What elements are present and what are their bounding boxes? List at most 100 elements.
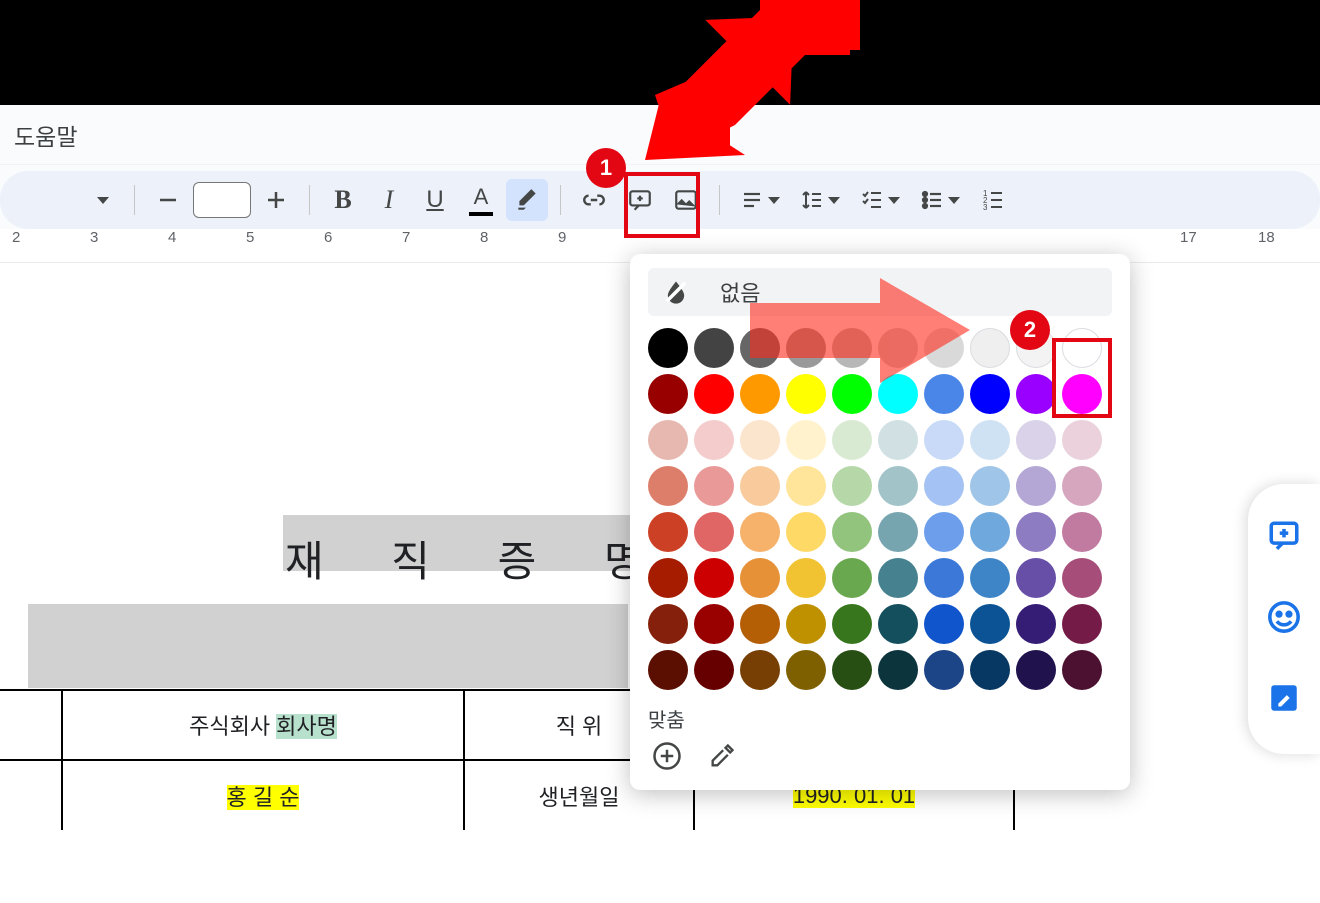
color-swatch[interactable] [786, 420, 826, 460]
color-swatch[interactable] [1062, 558, 1102, 598]
color-swatch[interactable] [832, 328, 872, 368]
color-swatch[interactable] [648, 512, 688, 552]
color-swatch[interactable] [1062, 328, 1102, 368]
color-swatch[interactable] [970, 650, 1010, 690]
color-swatch[interactable] [924, 558, 964, 598]
color-swatch[interactable] [924, 420, 964, 460]
color-swatch[interactable] [1016, 466, 1056, 506]
color-swatch[interactable] [740, 512, 780, 552]
emoji-icon[interactable] [1267, 600, 1301, 639]
color-swatch[interactable] [1062, 604, 1102, 644]
decrease-font-button[interactable] [147, 179, 189, 221]
increase-font-button[interactable] [255, 179, 297, 221]
suggest-edit-icon[interactable] [1267, 681, 1301, 720]
color-swatch[interactable] [970, 420, 1010, 460]
none-highlight-button[interactable]: 없음 [648, 268, 1112, 316]
color-swatch[interactable] [1016, 604, 1056, 644]
line-spacing-button[interactable] [792, 179, 848, 221]
comment-icon[interactable] [1267, 519, 1301, 558]
color-swatch[interactable] [648, 420, 688, 460]
color-swatch[interactable] [648, 650, 688, 690]
color-swatch[interactable] [740, 604, 780, 644]
color-swatch[interactable] [694, 466, 734, 506]
color-swatch[interactable] [694, 512, 734, 552]
color-swatch[interactable] [970, 466, 1010, 506]
color-swatch[interactable] [832, 558, 872, 598]
color-swatch[interactable] [694, 650, 734, 690]
color-swatch[interactable] [924, 650, 964, 690]
bold-button[interactable]: B [322, 179, 364, 221]
insert-image-button[interactable] [665, 179, 707, 221]
color-swatch[interactable] [878, 328, 918, 368]
color-swatch[interactable] [970, 374, 1010, 414]
color-swatch[interactable] [832, 466, 872, 506]
color-swatch[interactable] [924, 328, 964, 368]
color-swatch[interactable] [786, 328, 826, 368]
underline-button[interactable]: U [414, 179, 456, 221]
color-swatch[interactable] [740, 650, 780, 690]
color-swatch[interactable] [694, 604, 734, 644]
color-swatch[interactable] [878, 420, 918, 460]
color-swatch[interactable] [1062, 650, 1102, 690]
color-swatch[interactable] [832, 512, 872, 552]
color-swatch[interactable] [1016, 374, 1056, 414]
color-swatch[interactable] [832, 374, 872, 414]
bulleted-list-button[interactable] [912, 179, 968, 221]
color-swatch[interactable] [832, 420, 872, 460]
italic-button[interactable]: I [368, 179, 410, 221]
color-swatch[interactable] [1016, 558, 1056, 598]
color-swatch[interactable] [648, 466, 688, 506]
color-swatch[interactable] [740, 466, 780, 506]
color-swatch[interactable] [970, 604, 1010, 644]
color-swatch[interactable] [832, 650, 872, 690]
color-swatch[interactable] [648, 558, 688, 598]
eyedropper-button[interactable] [708, 742, 736, 775]
color-swatch[interactable] [1062, 420, 1102, 460]
color-swatch[interactable] [878, 604, 918, 644]
insert-link-button[interactable] [573, 179, 615, 221]
color-swatch[interactable] [648, 374, 688, 414]
color-swatch[interactable] [924, 512, 964, 552]
add-custom-color-button[interactable] [652, 741, 682, 776]
color-swatch[interactable] [740, 420, 780, 460]
color-swatch[interactable] [740, 558, 780, 598]
color-swatch[interactable] [878, 558, 918, 598]
color-swatch[interactable] [648, 604, 688, 644]
color-swatch[interactable] [694, 328, 734, 368]
color-swatch[interactable] [786, 512, 826, 552]
font-size-input[interactable] [193, 182, 251, 218]
color-swatch[interactable] [694, 558, 734, 598]
color-swatch[interactable] [1062, 466, 1102, 506]
color-swatch[interactable] [1016, 420, 1056, 460]
color-swatch[interactable] [878, 650, 918, 690]
color-swatch[interactable] [970, 328, 1010, 368]
text-color-button[interactable]: A [460, 179, 502, 221]
color-swatch[interactable] [878, 466, 918, 506]
color-swatch[interactable] [740, 328, 780, 368]
color-swatch[interactable] [786, 650, 826, 690]
color-swatch[interactable] [1016, 512, 1056, 552]
color-swatch[interactable] [648, 328, 688, 368]
checklist-button[interactable] [852, 179, 908, 221]
color-swatch[interactable] [924, 466, 964, 506]
highlight-color-button[interactable] [506, 179, 548, 221]
color-swatch[interactable] [924, 374, 964, 414]
color-swatch[interactable] [970, 558, 1010, 598]
color-swatch[interactable] [786, 466, 826, 506]
color-swatch[interactable] [924, 604, 964, 644]
color-swatch[interactable] [786, 604, 826, 644]
color-swatch[interactable] [1062, 512, 1102, 552]
color-swatch[interactable] [832, 604, 872, 644]
color-swatch[interactable] [1016, 650, 1056, 690]
color-swatch[interactable] [740, 374, 780, 414]
align-button[interactable] [732, 179, 788, 221]
color-swatch[interactable] [878, 374, 918, 414]
color-swatch[interactable] [1016, 328, 1056, 368]
color-swatch[interactable] [694, 420, 734, 460]
color-swatch[interactable] [878, 512, 918, 552]
font-dropdown[interactable] [80, 179, 122, 221]
add-comment-button[interactable] [619, 179, 661, 221]
color-swatch[interactable] [694, 374, 734, 414]
color-swatch[interactable] [1062, 374, 1102, 414]
color-swatch[interactable] [786, 374, 826, 414]
